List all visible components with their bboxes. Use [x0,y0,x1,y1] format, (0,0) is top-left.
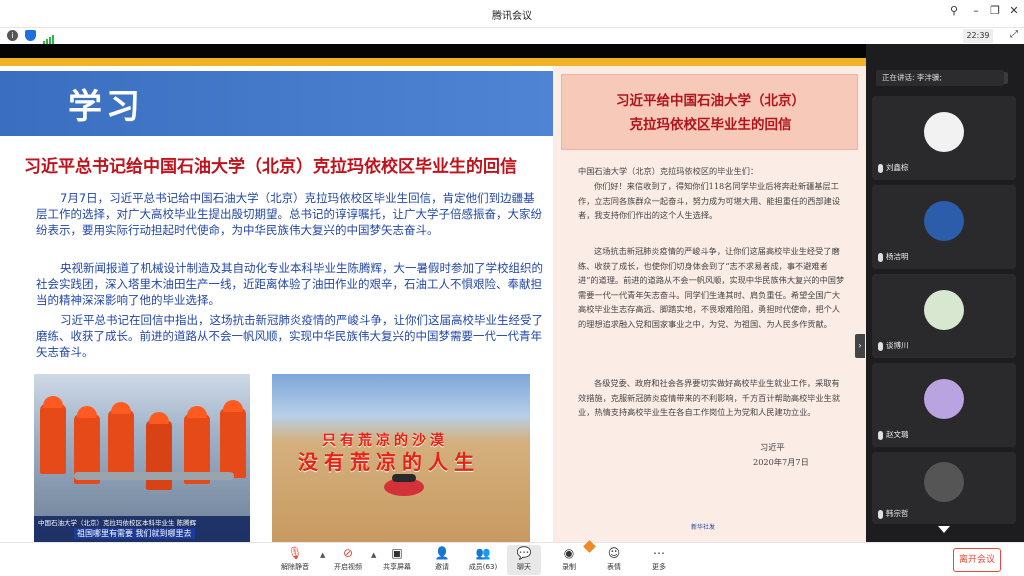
participant-avatar [924,290,964,330]
invite-icon: 👤 [434,546,450,560]
record-icon: ◉ [563,546,575,560]
letter-header: 习近平给中国石油大学（北京） 克拉玛依校区毕业生的回信 [561,74,858,150]
mic-icon [878,342,883,351]
fullscreen-icon[interactable]: ⤢ [1010,29,1018,40]
audio-options-caret[interactable]: ▲ [320,551,325,559]
mic-icon [878,164,883,173]
participant-tile[interactable]: 刘鑫棕 [872,96,1016,180]
letter-title-line1: 习近平给中国石油大学（北京） [616,93,805,109]
more-icon: ⋯ [653,546,665,560]
record-button[interactable]: ◉ 录制 [552,545,586,575]
video-off-icon: ⊘ [342,546,354,560]
meeting-clock: 22:39 [963,29,993,43]
participant-name: 韩宗哲 [886,509,909,518]
restore-icon[interactable]: ❐ [985,4,1005,17]
start-video-button[interactable]: ⊘ 开启视频 [331,545,365,575]
speaking-indicator: 正在讲话: 李沣骥; [876,70,1004,86]
desert-sign-main: 没有荒凉的人生 [298,450,480,474]
share-screen-button[interactable]: ▣ 共享屏幕 [380,545,414,575]
paragraph-1: 7月7日，习近平总书记给中国石油大学（北京）克拉玛依校区毕业生回信，肯定他们到边… [36,191,542,237]
minimize-icon[interactable]: – [966,4,986,17]
members-button[interactable]: 👥 成员(63) [466,545,500,575]
participant-name: 杨洁明 [886,252,909,261]
shield-icon[interactable] [25,30,36,41]
members-label: 成员(63) [468,563,498,571]
video-options-caret[interactable]: ▲ [371,551,376,559]
close-icon[interactable]: ✕ [1004,4,1024,17]
mic-icon [878,510,883,519]
mic-icon [878,431,883,440]
chat-label: 聊天 [517,563,531,571]
paragraph-2: 央视新闻报道了机械设计制造及其自动化专业本科毕业生陈腾辉，大一暑假时参加了学校组… [36,261,543,307]
smiley-icon: ☺ [607,546,621,560]
invite-button[interactable]: 👤 邀请 [425,545,459,575]
pin-icon[interactable]: ⚲ [944,4,964,17]
paragraph-3: 习近平总书记在回信中指出，这场抗击新冠肺炎疫情的严峻斗争，让你们这届高校毕业生经… [36,313,543,359]
unmute-label: 解除静音 [281,563,309,571]
leave-meeting-button[interactable]: 离开会议 [953,548,1001,572]
source-mark: 新华社发 [691,524,716,531]
chat-icon: 💬 [516,546,532,560]
participant-name: 谈博川 [886,341,909,350]
participant-avatar [924,112,964,152]
participant-name: 刘鑫棕 [886,163,909,172]
more-label: 更多 [652,563,666,571]
window-title: 腾讯会议 [492,11,532,22]
slide-headline: 习近平总书记给中国石油大学（北京）克拉玛依校区毕业生的回信 [24,157,517,177]
info-icon[interactable]: i [7,30,18,41]
news-caption-line1: 中国石油大学（北京）克拉玛依校区本科毕业生 陈腾辉 [38,519,197,527]
share-screen-icon: ▣ [391,546,403,560]
members-icon: 👥 [475,546,491,560]
mic-icon [878,253,883,262]
meeting-toolbar: 🎙 解除静音 ▲ ⊘ 开启视频 ▲ ▣ 共享屏幕 👤 邀请 👥 成员(63) 💬… [0,540,1024,576]
participant-tile[interactable]: 韩宗哲 [872,452,1016,524]
more-button[interactable]: ⋯ 更多 [642,545,676,575]
reactions-label: 表情 [607,563,621,571]
shared-screen: 学习 习近平总书记给中国石油大学（北京）克拉玛依校区毕业生的回信 7月7日，习近… [0,44,866,542]
participant-avatar [924,462,964,502]
workers-photo: 中国石油大学（北京）克拉玛依校区本科毕业生 陈腾辉 祖国哪里有需要 我们就到哪里… [34,374,250,542]
participant-name: 赵文璐 [886,430,909,439]
chat-button[interactable]: 💬 聊天 [507,545,541,575]
slide-top-bar [0,44,866,58]
letter-body-1: 你们好！来信收到了，得知你们118名同学毕业后将奔赴新疆基层工作，立志同各族群众… [578,181,841,220]
meeting-info-bar: i 22:39 ⤢ [0,28,1024,45]
banner-title: 学习 [68,87,144,127]
participants-panel: 正在讲话: 李沣骥; 刘鑫棕 杨洁明 谈博川 赵文璐 韩宗哲 [866,44,1024,542]
participant-tile[interactable]: 谈博川 [872,274,1016,358]
letter-signature: 习近平 [760,442,785,452]
signal-icon[interactable] [43,30,54,45]
window-titlebar: 腾讯会议 ⚲ – ❐ ✕ [0,0,1024,28]
letter-title-line2: 克拉玛依校区毕业生的回信 [629,117,792,133]
participant-tile[interactable]: 杨洁明 [872,185,1016,269]
slide-gold-stripe [0,58,866,66]
share-label: 共享屏幕 [383,563,411,571]
unmute-button[interactable]: 🎙 解除静音 [278,545,312,575]
participant-avatar [924,201,964,241]
scroll-down-icon[interactable] [938,526,950,533]
desert-sign-photo: 只有荒凉的沙漠 没有荒凉的人生 [272,374,530,542]
video-label: 开启视频 [334,563,362,571]
letter-body-3: 各级党委、政府和社会各界要切实做好高校毕业生就业工作，采取有效措施，克服新冠肺炎… [578,378,841,417]
reactions-button[interactable]: ☺ 表情 [597,545,631,575]
letter-date: 2020年7月7日 [753,457,809,467]
letter-body-2: 这场抗击新冠肺炎疫情的严峻斗争，让你们这届高校毕业生经受了磨练、收获了成长，也使… [578,246,845,329]
letter-greeting: 中国石油大学（北京）克拉玛依校区的毕业生们： [578,166,759,176]
record-label: 录制 [562,563,576,571]
mic-muted-icon: 🎙 [287,546,303,560]
news-caption-line2: 祖国哪里有需要 我们就到哪里去 [74,528,195,539]
letter-panel: 习近平给中国石油大学（北京） 克拉玛依校区毕业生的回信 中国石油大学（北京）克拉… [553,66,866,542]
invite-label: 邀请 [435,563,449,571]
participant-avatar [924,379,964,419]
panel-collapse-handle[interactable]: › [855,334,865,358]
slide-banner: 学习 [0,71,553,136]
participant-tile[interactable]: 赵文璐 [872,363,1016,447]
